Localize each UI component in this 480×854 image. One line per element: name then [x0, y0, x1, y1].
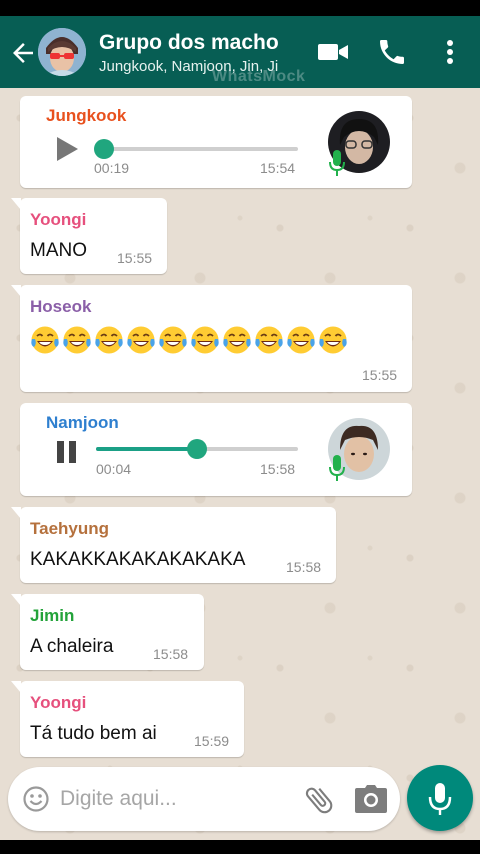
overflow-menu-button[interactable] [436, 36, 464, 68]
chat-area[interactable]: Jungkook 00:19 15:54 Yoongi MANO 15:55 H… [0, 88, 480, 840]
message-time: 15:54 [260, 160, 296, 176]
microphone-icon [329, 150, 345, 176]
audio-scrubber[interactable] [94, 139, 114, 159]
input-placeholder[interactable]: Digite aqui... [60, 787, 177, 811]
voice-message[interactable]: Jungkook 00:19 15:54 [20, 96, 412, 188]
message-time: 15:58 [260, 461, 296, 477]
microphone-icon [329, 455, 345, 481]
smiley-icon [23, 786, 49, 812]
laughing-emoji-icon [318, 325, 348, 355]
audio-progress-track[interactable] [94, 139, 298, 159]
text-message[interactable]: Jimin A chaleira 15:58 [11, 594, 204, 670]
voice-duration: 00:04 [96, 461, 132, 477]
compose-bar: Digite aqui... [0, 758, 480, 840]
text-message[interactable]: Yoongi MANO 15:55 [11, 198, 167, 274]
sender-name: Yoongi [30, 210, 87, 229]
message-input[interactable]: Digite aqui... [8, 767, 400, 831]
pause-button[interactable] [54, 439, 80, 465]
voice-message[interactable]: Namjoon 00:04 15:58 [20, 403, 412, 496]
sender-name: Yoongi [30, 693, 87, 712]
record-voice-button[interactable] [407, 765, 473, 831]
system-nav-bar [0, 840, 480, 854]
sender-name: Jungkook [46, 106, 127, 125]
message-time: 15:58 [153, 646, 189, 662]
message-text: KAKAKKAKAKAKAKAKA [30, 549, 246, 570]
play-icon [57, 137, 78, 161]
laughing-emoji-icon [190, 325, 220, 355]
bubble-tail [11, 285, 21, 297]
audio-scrubber[interactable] [187, 439, 207, 459]
message-text: Tá tudo bem ai [30, 723, 157, 744]
phone-icon [380, 40, 404, 64]
play-button[interactable] [54, 136, 80, 162]
laughing-emoji-icon [30, 325, 60, 355]
microphone-badge [328, 148, 346, 178]
bubble-tail [11, 681, 21, 693]
camera-button[interactable] [354, 784, 388, 814]
bubble-tail [11, 507, 21, 519]
audio-progress-fill [96, 447, 197, 451]
microphone-icon [428, 783, 452, 815]
laughing-emoji-icon [158, 325, 188, 355]
pause-icon [57, 441, 76, 463]
chat-header: Grupo dos macho Jungkook, Namjoon, Jin, … [0, 16, 480, 88]
laughing-emoji-icon [286, 325, 316, 355]
message-time: 15:55 [362, 367, 398, 383]
sender-name: Hoseok [30, 297, 92, 316]
watermark: WhatsMock [212, 68, 306, 85]
laughing-emoji-icon [254, 325, 284, 355]
voice-duration: 00:19 [94, 160, 130, 176]
chat-title[interactable]: Grupo dos macho [99, 31, 279, 55]
message-time: 15:58 [286, 559, 322, 575]
laughing-emoji-icon [94, 325, 124, 355]
laughing-emoji-icon [62, 325, 92, 355]
arrow-left-icon [13, 43, 33, 63]
message-time: 15:55 [117, 250, 153, 266]
bubble-tail [11, 198, 21, 210]
sender-name: Taehyung [30, 519, 110, 538]
bubble-tail [11, 594, 21, 606]
microphone-badge [328, 453, 346, 483]
status-bar [0, 0, 480, 16]
emoji-message[interactable]: Hoseok 😂😂😂😂😂😂😂😂😂😂 15:55 [11, 285, 412, 392]
text-message[interactable]: Taehyung KAKAKKAKAKAKAKAKA 15:58 [11, 507, 336, 583]
sender-name: Namjoon [46, 413, 119, 432]
sender-name: Jimin [30, 606, 75, 625]
more-vertical-icon [447, 40, 453, 64]
laughing-emoji-icon [126, 325, 156, 355]
paperclip-icon [305, 787, 333, 814]
attach-button[interactable] [302, 783, 336, 817]
laughing-emoji-icon [222, 325, 252, 355]
message-text: A chaleira [30, 636, 114, 657]
emoji-row: 😂😂😂😂😂😂😂😂😂😂 [30, 325, 348, 355]
camera-icon [355, 785, 387, 813]
message-text: MANO [30, 240, 87, 261]
audio-progress-track[interactable] [96, 439, 298, 459]
back-button[interactable] [8, 38, 38, 68]
emoji-button[interactable] [22, 785, 50, 813]
video-call-button[interactable] [316, 36, 350, 68]
text-message[interactable]: Yoongi Tá tudo bem ai 15:59 [11, 681, 244, 757]
message-time: 15:59 [194, 733, 230, 749]
voice-call-button[interactable] [376, 36, 410, 68]
video-camera-icon [318, 44, 348, 60]
group-avatar[interactable] [38, 28, 86, 76]
